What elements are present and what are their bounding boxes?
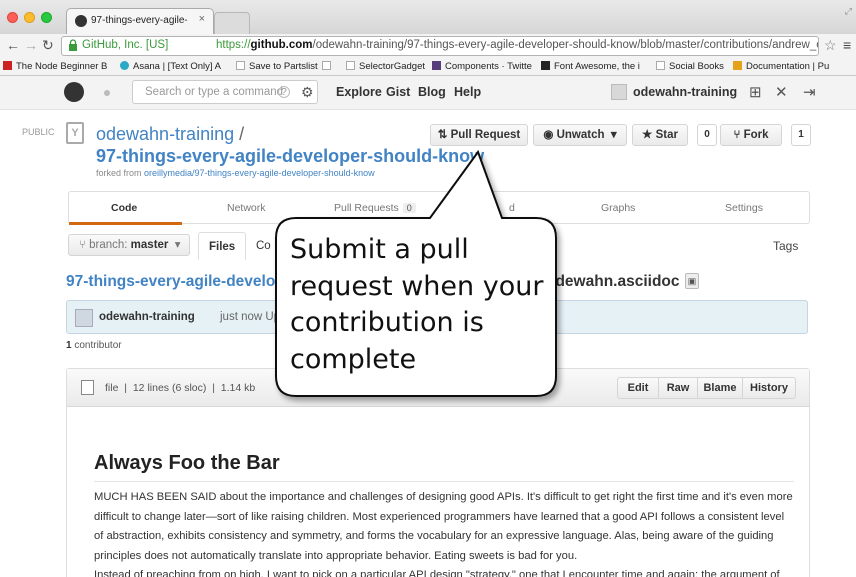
callout-line-4: complete (290, 343, 417, 375)
callout-text: Submit a pull request when your contribu… (290, 232, 550, 378)
callout-line-1: Submit a pull (290, 234, 469, 265)
callout-line-3: contribution is (290, 307, 484, 338)
callout-line-2: request when your (290, 270, 544, 302)
